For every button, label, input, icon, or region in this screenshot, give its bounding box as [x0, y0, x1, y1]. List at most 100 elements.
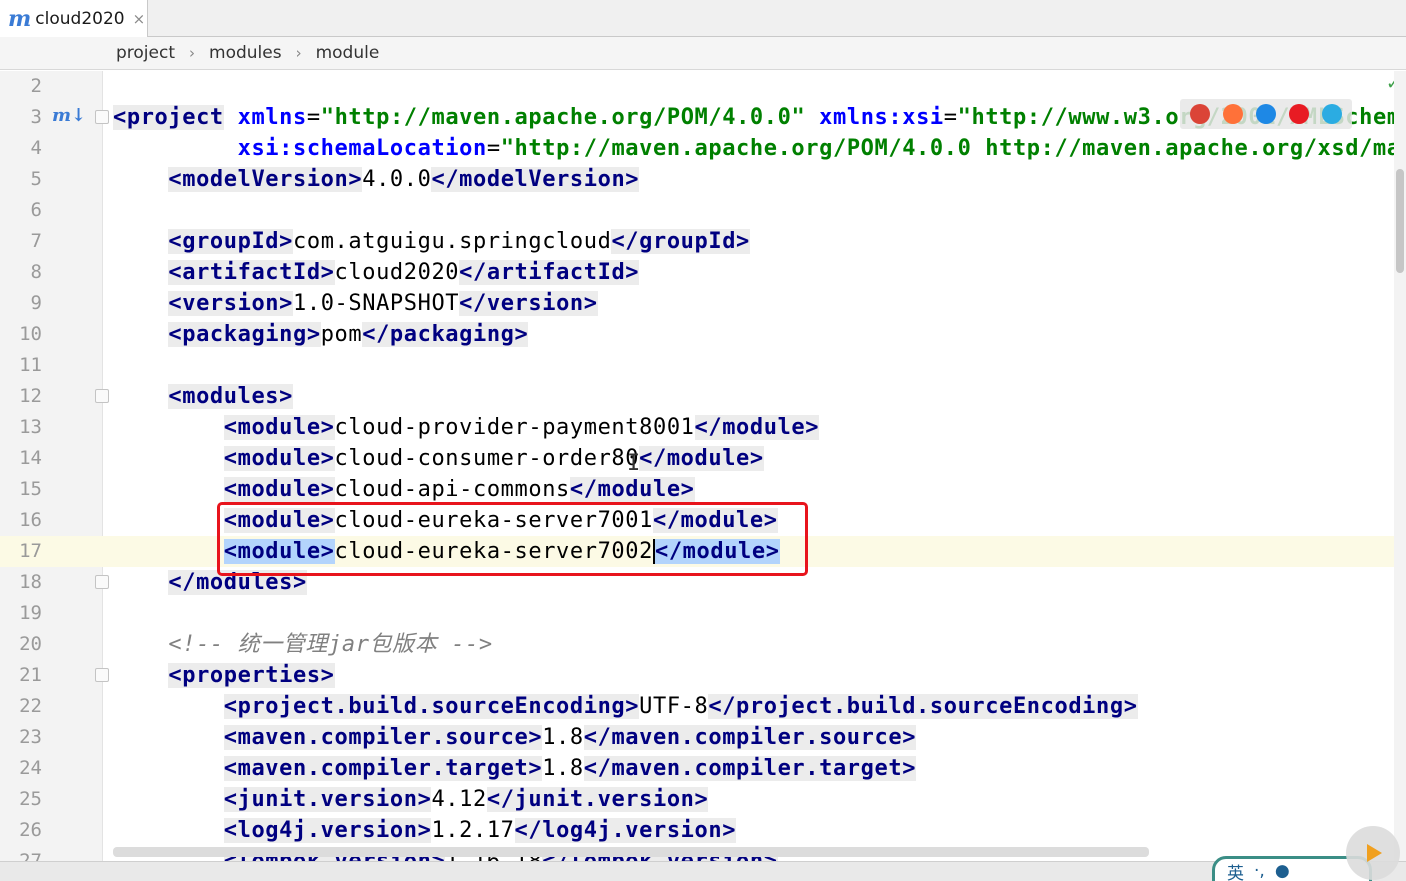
- maven-icon: m: [8, 5, 32, 32]
- line-number: 7: [30, 230, 42, 252]
- status-bar: [0, 861, 1406, 881]
- fold-marker-icon[interactable]: [95, 389, 109, 403]
- code-token: </module>: [694, 415, 820, 440]
- code-line[interactable]: 13 <module>cloud-provider-payment8001</m…: [0, 412, 1394, 443]
- chevron-right-icon: ›: [295, 44, 302, 62]
- line-number: 26: [19, 819, 42, 841]
- code-line[interactable]: 7 <groupId>com.atguigu.springcloud</grou…: [0, 226, 1394, 257]
- close-icon[interactable]: ×: [133, 10, 146, 28]
- code-editor[interactable]: 2 3 <project xmlns="http://maven.apache.or…: [0, 71, 1406, 861]
- editor-tab-bar: m cloud2020 ×: [0, 0, 1406, 37]
- code-token: xsi:schemaLocation: [237, 136, 487, 161]
- safari-icon[interactable]: [1255, 104, 1276, 124]
- line-number: 10: [19, 323, 42, 345]
- code-token: 1.8: [542, 756, 584, 781]
- opera-icon[interactable]: [1288, 104, 1309, 124]
- code-token: </module>: [569, 477, 695, 502]
- line-number: 3: [30, 106, 42, 128]
- chrome-icon[interactable]: [1190, 104, 1211, 124]
- highlight-annotation-box: [217, 502, 808, 576]
- code-text: <groupId>com.atguigu.springcloud</groupI…: [113, 226, 750, 257]
- code-line[interactable]: 23 <maven.compiler.source>1.8</maven.com…: [0, 722, 1394, 753]
- code-text: <junit.version>4.12</junit.version>: [113, 784, 709, 815]
- code-token: </maven.compiler.target>: [583, 756, 917, 781]
- code-line[interactable]: 12 <modules>: [0, 381, 1394, 412]
- ie-icon[interactable]: [1321, 104, 1342, 124]
- line-number: 11: [19, 354, 42, 376]
- code-token: <module>: [223, 446, 335, 471]
- line-number: 13: [19, 416, 42, 438]
- breadcrumb-item-project[interactable]: project: [116, 43, 175, 63]
- code-token: xmlns:xsi: [819, 105, 944, 130]
- code-line[interactable]: 20 <!-- 统一管理jar包版本 -->: [0, 629, 1394, 660]
- code-line[interactable]: 10 <packaging>pom</packaging>: [0, 319, 1394, 350]
- code-text: <module>cloud-provider-payment8001</modu…: [113, 412, 820, 443]
- play-icon[interactable]: [1346, 826, 1400, 880]
- code-line[interactable]: 19: [0, 598, 1394, 629]
- code-token: <version>: [168, 291, 293, 316]
- code-token: </log4j.version>: [514, 818, 737, 843]
- code-token: <artifactId>: [168, 260, 335, 285]
- code-token: <groupId>: [168, 229, 293, 254]
- code-token: 1.2.17: [431, 818, 515, 843]
- code-text: <log4j.version>1.2.17</log4j.version>: [113, 815, 737, 846]
- code-line[interactable]: 11: [0, 350, 1394, 381]
- code-token: 4.12: [431, 787, 487, 812]
- code-token: xmlns: [237, 105, 307, 130]
- code-token: <modules>: [168, 384, 293, 409]
- code-text: <artifactId>cloud2020</artifactId>: [113, 257, 640, 288]
- horizontal-scrollbar[interactable]: [113, 847, 1149, 857]
- breadcrumb-item-module[interactable]: module: [316, 43, 380, 63]
- code-text: <module>cloud-consumer-order80</module>: [113, 443, 764, 474]
- firefox-icon[interactable]: [1223, 104, 1244, 124]
- code-line[interactable]: 26 <log4j.version>1.2.17</log4j.version>: [0, 815, 1394, 846]
- code-token: <!-- 统一管理jar包版本 -->: [168, 632, 493, 657]
- code-text: <maven.compiler.source>1.8</maven.compil…: [113, 722, 917, 753]
- maven-gutter-icon[interactable]: m↓: [52, 105, 86, 127]
- code-line[interactable]: 22 <project.build.sourceEncoding>UTF-8</…: [0, 691, 1394, 722]
- scrollbar-thumb[interactable]: [1396, 169, 1404, 273]
- code-line[interactable]: 6: [0, 195, 1394, 226]
- line-number: 17: [19, 540, 42, 562]
- fold-marker-icon[interactable]: [95, 575, 109, 589]
- code-token: <properties>: [168, 663, 335, 688]
- chevron-right-icon: ›: [189, 44, 196, 62]
- code-token: UTF-8: [639, 694, 709, 719]
- code-token: <modelVersion>: [168, 167, 363, 192]
- breadcrumb-item-modules[interactable]: modules: [209, 43, 282, 63]
- code-line[interactable]: 25 <junit.version>4.12</junit.version>: [0, 784, 1394, 815]
- code-token: <module>: [223, 477, 335, 502]
- code-text: <maven.compiler.target>1.8</maven.compil…: [113, 753, 917, 784]
- code-token: =: [306, 105, 321, 130]
- code-line[interactable]: 9 <version>1.0-SNAPSHOT</version>: [0, 288, 1394, 319]
- code-line[interactable]: 15 <module>cloud-api-commons</module>: [0, 474, 1394, 505]
- ime-punctuation[interactable]: ·,: [1254, 861, 1265, 881]
- code-line[interactable]: 5 <modelVersion>4.0.0</modelVersion>: [0, 164, 1394, 195]
- code-line[interactable]: 24 <maven.compiler.target>1.8</maven.com…: [0, 753, 1394, 784]
- code-line[interactable]: 4 xsi:schemaLocation="http://maven.apach…: [0, 133, 1406, 164]
- user-icon[interactable]: ●: [1275, 861, 1290, 881]
- fold-marker-icon[interactable]: [95, 110, 109, 124]
- fold-marker-icon[interactable]: [95, 668, 109, 682]
- code-line[interactable]: 21 <properties>: [0, 660, 1394, 691]
- tab-cloud2020[interactable]: m cloud2020 ×: [0, 0, 148, 37]
- line-number: 12: [19, 385, 42, 407]
- code-token: <maven.compiler.source>: [223, 725, 543, 750]
- code-line[interactable]: 14 <module>cloud-consumer-order80</modul…: [0, 443, 1394, 474]
- code-line[interactable]: 8 <artifactId>cloud2020</artifactId>: [0, 257, 1394, 288]
- line-number: 22: [19, 695, 42, 717]
- code-line[interactable]: 2: [0, 71, 1394, 102]
- vertical-scrollbar[interactable]: [1394, 71, 1406, 861]
- code-token: </version>: [459, 291, 598, 316]
- ime-language[interactable]: 英: [1227, 859, 1244, 881]
- tab-label: cloud2020: [35, 8, 125, 29]
